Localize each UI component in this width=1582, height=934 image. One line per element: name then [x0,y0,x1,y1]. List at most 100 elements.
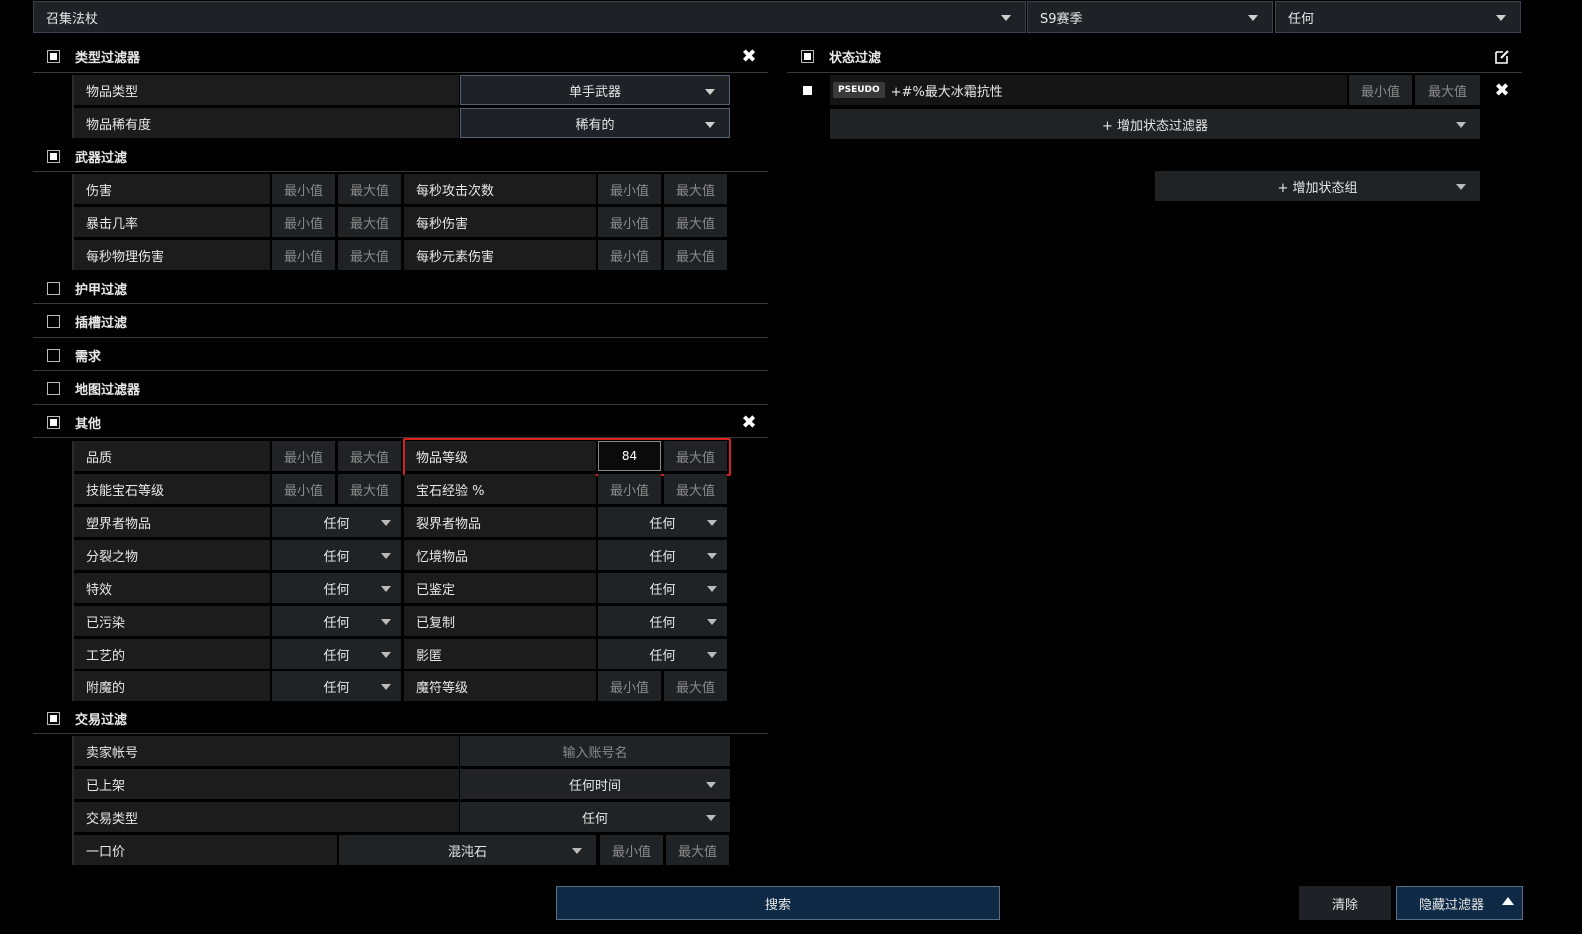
add-stat-filter-dropdown[interactable]: + 增加状态过滤器 [830,109,1480,139]
stat-filter-checkbox[interactable] [801,49,814,63]
crit-max-input[interactable]: 最大值 [338,207,401,237]
quality-min-input[interactable]: 最小值 [272,441,335,471]
memory-item-dropdown[interactable]: 任何 [598,540,727,570]
search-item-select[interactable]: 召集法杖 [33,1,1026,33]
edps-min-input[interactable]: 最小值 [598,240,661,270]
aps-label: 每秒攻击次数 [404,174,596,204]
search-item-value: 召集法杖 [46,11,99,27]
stat-max-input[interactable]: 最大值 [1415,75,1480,105]
effects-label: 特效 [74,573,270,603]
map-filter-title: 地图过滤器 [75,382,141,398]
fractured-dropdown[interactable]: 任何 [272,540,401,570]
aps-min-input[interactable]: 最小值 [598,174,661,204]
highlight-box [403,438,731,476]
elder-item-value: 任何 [649,516,676,532]
buyout-min-input[interactable]: 最小值 [600,835,663,865]
map-filter-checkbox[interactable] [47,381,60,395]
identified-dropdown[interactable]: 任何 [598,573,727,603]
weapon-filter-header[interactable]: 武器过滤 [33,141,768,171]
effects-dropdown[interactable]: 任何 [272,573,401,603]
buyout-currency-dropdown[interactable]: 混沌石 [339,835,596,865]
stat-min-input[interactable]: 最小值 [1349,75,1412,105]
listed-value: 任何时间 [568,778,621,794]
gem-exp-label: 宝石经验 % [404,474,596,504]
trade-filter-header[interactable]: 交易过滤 [33,703,768,733]
seller-account-label: 卖家帐号 [74,736,459,766]
add-stat-filter-label: + 增加状态过滤器 [1101,118,1209,134]
clear-button[interactable]: 清除 [1299,886,1391,920]
type-filter-title: 类型过滤器 [75,50,141,66]
damage-min-input[interactable]: 最小值 [272,174,335,204]
crafted-dropdown[interactable]: 任何 [272,639,401,669]
edit-icon[interactable] [1495,49,1510,64]
stat-filter-header[interactable]: 状态过滤 [787,41,1522,71]
misc-filter-checkbox[interactable] [47,415,60,429]
status-select[interactable]: 任何 [1275,1,1521,33]
socket-filter-checkbox[interactable] [47,314,60,328]
league-select[interactable]: S9赛季 [1027,1,1273,33]
hide-filters-label: 隐藏过滤器 [1419,897,1485,913]
misc-filter-header[interactable]: 其他 [33,407,768,437]
dps-max-input[interactable]: 最大值 [664,207,727,237]
add-stat-group-dropdown[interactable]: + 增加状态组 [1155,171,1480,201]
divider [33,370,768,371]
misc-filter-title: 其他 [75,416,102,432]
trade-filter-checkbox[interactable] [47,711,60,725]
divider [33,72,768,73]
listed-dropdown[interactable]: 任何时间 [460,769,730,799]
pdps-max-input[interactable]: 最大值 [338,240,401,270]
chevron-down-icon [707,586,717,592]
edps-max-input[interactable]: 最大值 [664,240,727,270]
requirements-checkbox[interactable] [47,348,60,362]
chevron-down-icon [1001,15,1011,21]
armour-filter-checkbox[interactable] [47,281,60,295]
league-value: S9赛季 [1040,11,1083,27]
shaper-item-dropdown[interactable]: 任何 [272,507,401,537]
talisman-tier-max-input[interactable]: 最大值 [664,671,727,701]
crit-min-input[interactable]: 最小值 [272,207,335,237]
mirrored-dropdown[interactable]: 任何 [598,606,727,636]
type-filter-header[interactable]: 类型过滤器 [33,41,768,71]
seller-account-input[interactable]: 输入账号名 [460,736,730,766]
sale-type-label: 交易类型 [74,802,459,832]
map-filter-header[interactable]: 地图过滤器 [33,373,768,403]
stat-row[interactable]: PSEUDO +#%最大冰霜抗性 [830,75,1347,105]
talisman-tier-min-input[interactable]: 最小值 [598,671,661,701]
close-icon[interactable]: ✖ [741,48,757,66]
item-type-dropdown[interactable]: 单手武器 [460,75,730,105]
requirements-header[interactable]: 需求 [33,340,768,370]
veiled-dropdown[interactable]: 任何 [598,639,727,669]
gem-exp-max-input[interactable]: 最大值 [664,474,727,504]
item-type-label: 物品类型 [74,75,459,105]
gem-exp-min-input[interactable]: 最小值 [598,474,661,504]
stat-row-checkbox[interactable] [803,86,812,95]
pdps-min-input[interactable]: 最小值 [272,240,335,270]
close-icon[interactable]: ✖ [1494,82,1510,100]
chevron-down-icon [1496,15,1506,21]
sale-type-dropdown[interactable]: 任何 [460,802,730,832]
chevron-down-icon [706,782,716,788]
chevron-up-icon [1502,897,1514,905]
elder-item-label: 裂界者物品 [404,507,596,537]
enchanted-dropdown[interactable]: 任何 [272,671,401,701]
requirements-title: 需求 [75,349,102,365]
chevron-down-icon [705,89,715,95]
aps-max-input[interactable]: 最大值 [664,174,727,204]
gem-level-min-input[interactable]: 最小值 [272,474,335,504]
socket-filter-header[interactable]: 插槽过滤 [33,306,768,336]
type-filter-checkbox[interactable] [47,49,60,63]
hide-filters-button[interactable]: 隐藏过滤器 [1396,886,1523,920]
buyout-max-input[interactable]: 最大值 [666,835,729,865]
gem-level-max-input[interactable]: 最大值 [338,474,401,504]
close-icon[interactable]: ✖ [741,414,757,432]
dps-min-input[interactable]: 最小值 [598,207,661,237]
weapon-filter-title: 武器过滤 [75,150,128,166]
damage-max-input[interactable]: 最大值 [338,174,401,204]
quality-max-input[interactable]: 最大值 [338,441,401,471]
search-button[interactable]: 搜索 [556,886,1000,920]
weapon-filter-checkbox[interactable] [47,149,60,163]
corrupted-dropdown[interactable]: 任何 [272,606,401,636]
armour-filter-header[interactable]: 护甲过滤 [33,273,768,303]
elder-item-dropdown[interactable]: 任何 [598,507,727,537]
item-rarity-dropdown[interactable]: 稀有的 [460,108,730,138]
